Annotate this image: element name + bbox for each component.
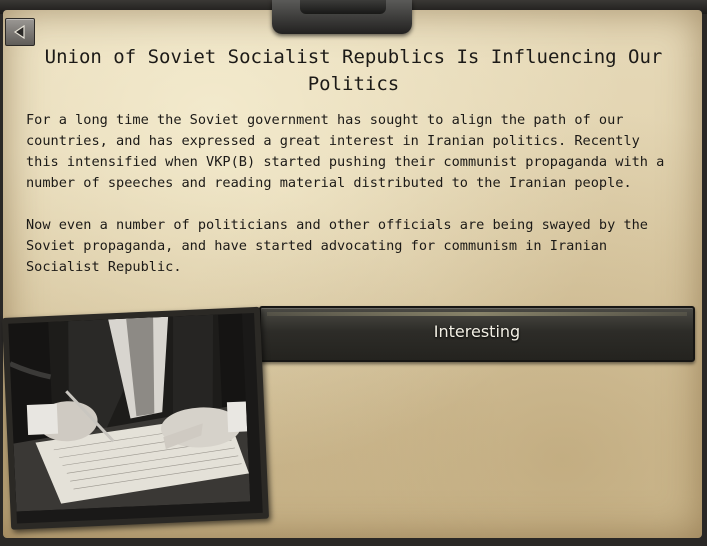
event-description: For a long time the Soviet government ha… [26,110,676,299]
back-arrow-icon [13,25,25,39]
event-picture [2,306,270,530]
event-window: Union of Soviet Socialist Republics Is I… [0,0,707,546]
signing-document-photo [8,313,251,512]
option-interesting-button[interactable]: Interesting [259,306,695,362]
event-paragraph-2: Now even a number of politicians and oth… [26,217,648,275]
event-title: Union of Soviet Socialist Republics Is I… [44,46,663,95]
event-paragraph-1: For a long time the Soviet government ha… [26,112,665,191]
option-label: Interesting [433,322,521,341]
back-button[interactable] [5,18,35,46]
clipboard-clip-top [300,0,386,14]
